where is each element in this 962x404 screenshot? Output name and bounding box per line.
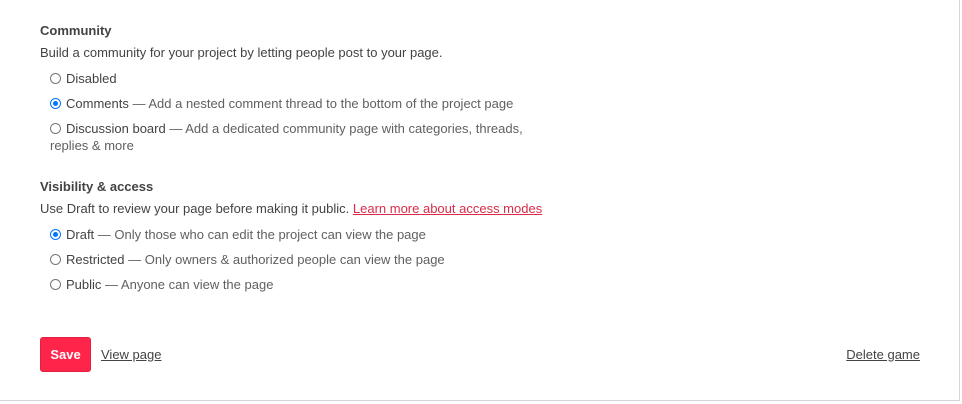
visibility-title: Visibility & access bbox=[40, 179, 154, 194]
option-detail: — Only owners & authorized people can vi… bbox=[124, 252, 445, 267]
community-title: Community bbox=[40, 23, 112, 38]
radio-button-checked[interactable] bbox=[50, 229, 61, 240]
visibility-description: Use Draft to review your page before mak… bbox=[40, 201, 640, 217]
radio-button-checked[interactable] bbox=[50, 98, 61, 109]
option-label: Comments bbox=[66, 96, 129, 111]
radio-button[interactable] bbox=[50, 279, 61, 290]
visibility-section: Visibility & access Use Draft to review … bbox=[40, 179, 640, 293]
radio-button[interactable] bbox=[50, 73, 61, 84]
option-detail-continued: replies & more bbox=[50, 138, 134, 153]
learn-more-link[interactable]: Learn more about access modes bbox=[353, 201, 542, 216]
form-footer: Save View page Delete game bbox=[40, 337, 920, 372]
save-button[interactable]: Save bbox=[40, 337, 91, 372]
option-label: Restricted bbox=[66, 252, 125, 267]
option-label: Draft bbox=[66, 227, 95, 242]
visibility-option-public[interactable]: Public — Anyone can view the page bbox=[50, 276, 640, 293]
visibility-option-restricted[interactable]: Restricted — Only owners & authorized pe… bbox=[50, 251, 640, 268]
radio-button[interactable] bbox=[50, 123, 61, 134]
option-label: Discussion board bbox=[66, 121, 166, 136]
option-detail: — Only those who can edit the project ca… bbox=[94, 227, 426, 242]
community-option-disabled[interactable]: Disabled bbox=[50, 70, 640, 87]
community-option-discussion-board[interactable]: Discussion board — Add a dedicated commu… bbox=[50, 120, 640, 154]
visibility-description-text: Use Draft to review your page before mak… bbox=[40, 201, 353, 216]
option-detail: — Anyone can view the page bbox=[101, 277, 274, 292]
option-label: Disabled bbox=[66, 71, 117, 86]
settings-panel: Community Build a community for your pro… bbox=[0, 0, 960, 401]
community-option-comments[interactable]: Comments — Add a nested comment thread t… bbox=[50, 95, 640, 112]
option-detail: — Add a dedicated community page with ca… bbox=[165, 121, 523, 136]
view-page-link[interactable]: View page bbox=[101, 347, 161, 363]
delete-game-link[interactable]: Delete game bbox=[846, 347, 920, 363]
community-section: Community Build a community for your pro… bbox=[40, 23, 640, 154]
community-description: Build a community for your project by le… bbox=[40, 45, 443, 60]
option-label: Public bbox=[66, 277, 102, 292]
option-detail: — Add a nested comment thread to the bot… bbox=[128, 96, 514, 111]
visibility-option-draft[interactable]: Draft — Only those who can edit the proj… bbox=[50, 226, 640, 243]
radio-button[interactable] bbox=[50, 254, 61, 265]
